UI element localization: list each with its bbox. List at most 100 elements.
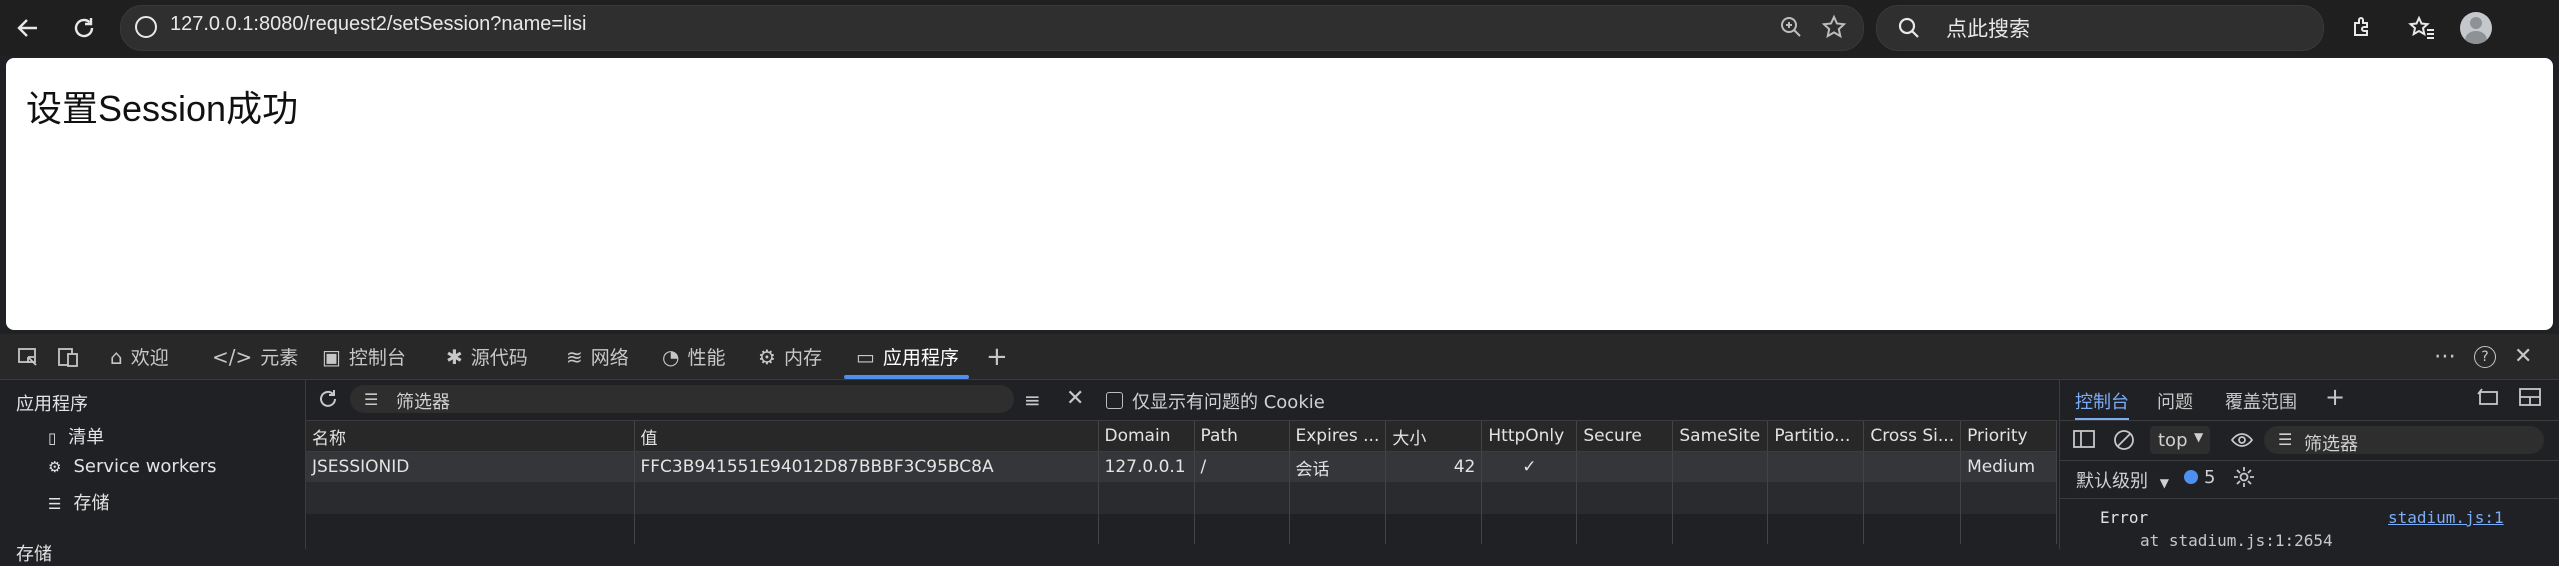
cookie-toolbar: ☰ 筛选器 ≡ ✕ 仅显示有问题的 Cookie <box>306 380 2058 421</box>
help-icon[interactable]: ? <box>2474 334 2496 379</box>
column-header-value[interactable]: 值 <box>634 421 1099 452</box>
drawer-tab-coverage[interactable]: 覆盖范围 <box>2225 388 2297 414</box>
column-header-size[interactable]: 大小 <box>1385 421 1483 452</box>
table-row-empty <box>306 482 2058 514</box>
profile-avatar-icon[interactable] <box>2458 10 2494 46</box>
tab-label: 欢迎 <box>130 347 169 369</box>
refresh-icon[interactable] <box>66 10 102 46</box>
cell-path: / <box>1194 451 1290 482</box>
sidebar-item-manifest[interactable]: ▯ 清单 <box>48 423 104 449</box>
gauge-icon: ◔ <box>662 344 680 369</box>
panel-layout-icon[interactable] <box>2518 386 2542 413</box>
sidebar-section-title: 应用程序 <box>16 394 88 415</box>
only-issues-checkbox[interactable] <box>1106 392 1123 409</box>
column-header-expires[interactable]: Expires ... <box>1289 421 1387 452</box>
tab-network[interactable]: ≋ 网络 <box>566 334 629 379</box>
column-header-cross-site[interactable]: Cross Si... <box>1863 421 1962 452</box>
column-header-domain[interactable]: Domain <box>1098 421 1195 452</box>
sidebar-item-label: 存储 <box>73 493 110 514</box>
context-value: top <box>2158 430 2188 451</box>
drawer-tab-issues[interactable]: 问题 <box>2157 388 2193 414</box>
home-icon: ⌂ <box>110 344 123 369</box>
info-icon[interactable] <box>135 16 157 38</box>
console-drawer: 控制台 问题 覆盖范围 + top ▼ ☰ 筛选器 默认级别 ▼ 5 Error… <box>2059 380 2559 550</box>
tab-console[interactable]: ▣ 控制台 <box>322 334 406 379</box>
table-row-empty <box>306 514 2058 544</box>
extensions-icon[interactable] <box>2344 10 2380 46</box>
add-tab-icon[interactable]: + <box>986 334 1008 379</box>
tab-performance[interactable]: ◔ 性能 <box>662 334 725 379</box>
gear-file-icon: ⚙ <box>48 458 62 476</box>
tab-welcome[interactable]: ⌂ 欢迎 <box>110 334 169 379</box>
issues-counter[interactable]: 5 <box>2184 467 2215 488</box>
more-options-icon[interactable]: ⋯ <box>2434 334 2456 379</box>
column-header-httponly[interactable]: HttpOnly <box>1481 421 1578 452</box>
page-message: 设置Session成功 <box>26 88 299 129</box>
column-header-priority[interactable]: Priority <box>1960 421 2058 452</box>
tab-label: 应用程序 <box>882 347 959 369</box>
tab-memory[interactable]: ⚙ 内存 <box>758 334 822 379</box>
close-devtools-icon[interactable]: ✕ <box>2514 334 2532 379</box>
cookies-table: 名称 值 Domain Path Expires ... 大小 HttpOnly… <box>306 421 2058 544</box>
tab-label: 源代码 <box>470 347 528 369</box>
console-filter-placeholder: 筛选器 <box>2304 434 2358 455</box>
sidebar-item-service-workers[interactable]: ⚙ Service workers <box>48 456 216 477</box>
tab-elements[interactable]: </> 元素 <box>212 334 298 379</box>
cell-secure <box>1576 451 1674 482</box>
cookie-filter-placeholder[interactable]: 筛选器 <box>396 388 450 414</box>
eye-icon[interactable] <box>2230 428 2254 457</box>
favorites-icon[interactable] <box>2404 10 2440 46</box>
device-emulation-icon[interactable] <box>56 334 80 379</box>
url-text[interactable]: 127.0.0.1:8080/request2/setSession?name=… <box>170 13 586 36</box>
zoom-icon[interactable] <box>1779 15 1803 43</box>
cell-cross-site <box>1863 451 1962 482</box>
table-row[interactable]: JSESSIONID FFC3B941551E94012D87BBBF3C95B… <box>306 451 2058 482</box>
bug-icon: ✱ <box>446 344 463 369</box>
sidebar-item-storage[interactable]: ☰ 存储 <box>48 489 109 515</box>
chevron-down-icon: ▼ <box>2194 430 2204 444</box>
console-error-trace: at stadium.js:1:2654 <box>2140 531 2333 550</box>
log-level-select[interactable]: 默认级别 ▼ <box>2076 467 2169 493</box>
issue-badge-icon <box>2184 470 2198 484</box>
console-error-message: Error <box>2100 508 2149 527</box>
app-window-icon: ▭ <box>856 344 875 369</box>
search-box[interactable] <box>1876 5 2324 51</box>
clear-console-icon[interactable] <box>2112 428 2136 457</box>
back-arrow-icon[interactable] <box>10 10 46 46</box>
console-error-source-link[interactable]: stadium.js:1 <box>2388 508 2504 527</box>
tab-label: 内存 <box>783 347 822 369</box>
add-drawer-tab-icon[interactable]: + <box>2325 383 2345 411</box>
filter-icon: ☰ <box>2278 430 2293 449</box>
column-header-name[interactable]: 名称 <box>306 421 635 452</box>
settings-gear-icon[interactable] <box>2232 465 2256 494</box>
code-icon: </> <box>212 344 253 369</box>
chevron-down-icon: ▼ <box>2159 476 2169 490</box>
wifi-icon: ≋ <box>566 344 583 369</box>
drawer-tab-console[interactable]: 控制台 <box>2075 388 2129 421</box>
search-placeholder[interactable]: 点此搜索 <box>1946 13 2030 43</box>
inspect-element-icon[interactable] <box>16 334 40 379</box>
tab-application[interactable]: ▭ 应用程序 <box>844 334 969 379</box>
console-filter-input[interactable]: ☰ 筛选器 <box>2264 426 2544 455</box>
tab-label: 元素 <box>260 347 299 369</box>
context-select[interactable]: top ▼ <box>2150 426 2210 454</box>
column-header-secure[interactable]: Secure <box>1576 421 1674 452</box>
filter-icon: ☰ <box>364 390 379 409</box>
sidebar-item-label: Service workers <box>73 456 217 477</box>
cell-name: JSESSIONID <box>306 451 635 482</box>
tab-sources[interactable]: ✱ 源代码 <box>446 334 528 379</box>
column-header-path[interactable]: Path <box>1194 421 1290 452</box>
cell-expires: 会话 <box>1289 451 1387 482</box>
cell-value: FFC3B941551E94012D87BBBF3C95BC8A <box>634 451 1099 482</box>
favorite-star-icon[interactable] <box>1821 14 1847 44</box>
column-header-partition[interactable]: Partitio... <box>1767 421 1865 452</box>
cell-httponly: ✓ <box>1481 451 1578 482</box>
table-header-row: 名称 值 Domain Path Expires ... 大小 HttpOnly… <box>306 421 2058 452</box>
clear-all-icon[interactable]: ✕ <box>1066 386 1084 411</box>
clear-filtered-icon[interactable]: ≡ <box>1024 388 1041 412</box>
column-header-samesite[interactable]: SameSite <box>1672 421 1769 452</box>
refresh-icon[interactable] <box>316 387 340 415</box>
dock-icon[interactable] <box>2476 386 2500 413</box>
sidebar-toggle-icon[interactable] <box>2072 428 2096 455</box>
tab-label: 控制台 <box>348 347 406 369</box>
